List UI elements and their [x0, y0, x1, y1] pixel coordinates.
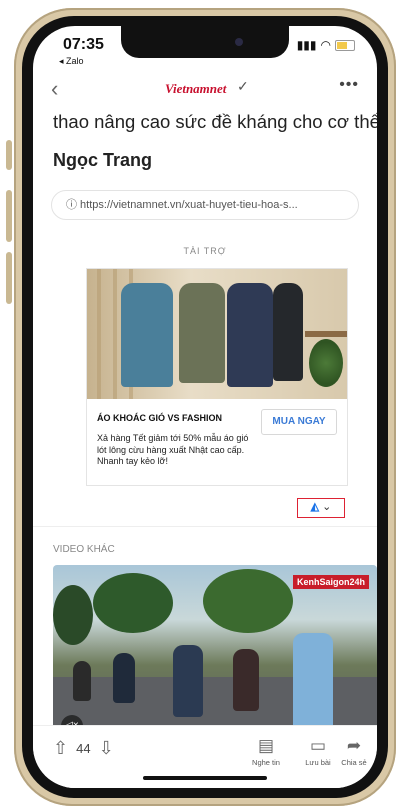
signal-icon: ▮▮▮ — [296, 38, 317, 52]
article-body-text: thao nâng cao sức đề kháng cho cơ thể. — [53, 111, 377, 132]
screen: 07:35 ◂ Zalo ▮▮▮ ◠ ‹ Vietnamnet ✓ ••• th… — [33, 26, 377, 788]
article-author: Ngọc Trang — [53, 150, 153, 170]
video-section-label: VIDEO KHÁC — [53, 544, 115, 555]
ad-card[interactable]: ÁO KHOÁC GIÓ VS FASHION MUA NGAY Xả hàng… — [86, 268, 348, 486]
home-indicator[interactable] — [143, 776, 267, 780]
downvote-icon[interactable]: ⇩ — [99, 738, 114, 759]
brand-logo: Vietnamnet — [165, 81, 227, 96]
battery-icon — [335, 39, 355, 51]
camera-icon — [235, 38, 243, 46]
side-button — [6, 190, 12, 242]
share-label: Chia sẻ — [341, 758, 367, 767]
back-chevron-icon[interactable]: ‹ — [51, 76, 58, 102]
listen-button[interactable]: ▤ Nghe tin — [245, 736, 287, 767]
save-label: Lưu bài — [305, 758, 331, 767]
share-icon: ➦ — [346, 736, 362, 755]
checkmark-icon: ✓ — [237, 78, 249, 94]
top-nav: ‹ Vietnamnet ✓ ••• — [33, 72, 377, 106]
wifi-icon: ◠ — [320, 38, 331, 52]
video-logo: KenhSaigon24h — [292, 575, 369, 589]
chevron-down-icon: ⌄ — [322, 501, 332, 513]
adchoices-icon: ◭ — [310, 501, 320, 513]
upvote-icon[interactable]: ⇧ — [53, 738, 68, 759]
side-button — [6, 140, 12, 170]
vote-count: 44 — [76, 741, 91, 756]
listen-label: Nghe tin — [252, 758, 280, 767]
back-to-app-link[interactable]: ◂ Zalo — [59, 56, 84, 67]
share-button[interactable]: ➦ Chia sẻ — [333, 736, 375, 767]
status-time: 07:35 — [63, 36, 104, 53]
notch — [121, 26, 289, 58]
ad-image[interactable] — [87, 269, 347, 399]
side-button — [6, 252, 12, 304]
bottom-toolbar: ⇧ 44 ⇩ ▤ Nghe tin ▭ Lưu bài ➦ Chia sẻ — [33, 725, 377, 788]
divider — [33, 526, 377, 527]
adchoices-button[interactable]: ◭ ⌄ — [297, 498, 345, 518]
vote-control: ⇧ 44 ⇩ — [53, 738, 114, 759]
ad-cta-button[interactable]: MUA NGAY — [261, 409, 337, 435]
source-link[interactable]: ⓘ https://vietnamnet.vn/xuat-huyet-tieu-… — [51, 190, 359, 220]
video-thumbnail[interactable]: KenhSaigon24h ◁× — [53, 565, 377, 747]
sponsored-label: TÀI TRỢ — [183, 246, 227, 256]
listen-icon: ▤ — [257, 736, 275, 755]
ad-description: Xả hàng Tết giảm tới 50% mẫu áo gió lót … — [97, 433, 249, 466]
ad-title: ÁO KHOÁC GIÓ VS FASHION — [97, 413, 223, 423]
status-icons: ▮▮▮ ◠ — [297, 38, 355, 52]
more-dots-icon[interactable]: ••• — [339, 76, 359, 94]
